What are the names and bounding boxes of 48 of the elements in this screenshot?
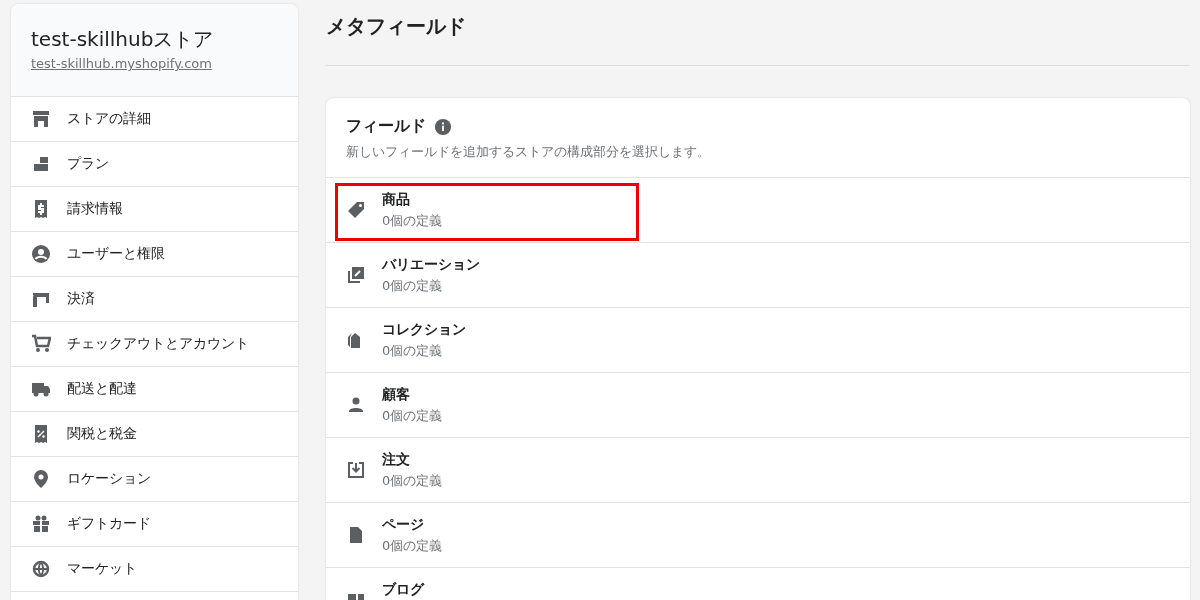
person-icon bbox=[346, 395, 366, 415]
settings-menu-item[interactable]: プラン bbox=[11, 142, 298, 187]
resource-row[interactable]: バリエーション 0個の定義 bbox=[326, 243, 1190, 308]
settings-menu-item[interactable]: 配送と配達 bbox=[11, 367, 298, 412]
settings-menu-item[interactable]: ロケーション bbox=[11, 457, 298, 502]
settings-menu-item[interactable]: ストアの詳細 bbox=[11, 97, 298, 142]
settings-menu-item[interactable]: ギフトカード bbox=[11, 502, 298, 547]
blocks-icon bbox=[31, 154, 51, 174]
info-icon[interactable] bbox=[434, 117, 452, 136]
resource-name: 商品 bbox=[382, 191, 411, 209]
resource-row[interactable]: ページ 0個の定義 bbox=[326, 503, 1190, 568]
resource-row[interactable]: 注文 0個の定義 bbox=[326, 438, 1190, 503]
settings-menu-item[interactable]: 決済 bbox=[11, 277, 298, 322]
store-icon bbox=[31, 109, 51, 129]
settings-menu-item[interactable]: 請求情報 bbox=[11, 187, 298, 232]
definition-count: 0個の定義 bbox=[382, 472, 443, 490]
card-description: 新しいフィールドを追加するストアの構成部分を選択します。 bbox=[346, 143, 711, 161]
globe-icon bbox=[31, 559, 51, 579]
location-pin-icon bbox=[31, 469, 51, 489]
resource-name: 顧客 bbox=[382, 386, 411, 404]
definition-count: 0個の定義 bbox=[382, 537, 443, 555]
card-title: フィールド bbox=[346, 116, 426, 137]
resource-name: バリエーション bbox=[382, 256, 480, 274]
resource-name: コレクション bbox=[382, 321, 466, 339]
settings-menu-item[interactable]: チェックアウトとアカウント bbox=[11, 322, 298, 367]
stacked-squares-icon bbox=[346, 265, 366, 285]
inbox-download-icon bbox=[346, 460, 366, 480]
resource-name: 注文 bbox=[382, 451, 411, 469]
cart-icon bbox=[31, 334, 51, 354]
settings-menu-item[interactable]: マーケット bbox=[11, 547, 298, 592]
page-title: メタフィールド bbox=[326, 4, 1190, 66]
tag-icon bbox=[346, 200, 366, 220]
definition-count: 0個の定義 bbox=[382, 212, 443, 230]
gift-icon bbox=[31, 514, 51, 534]
resource-name: ブログ bbox=[382, 581, 424, 599]
store-name: test-skillhubストア bbox=[31, 26, 215, 52]
resource-name: ページ bbox=[382, 516, 425, 534]
definition-count: 0個の定義 bbox=[382, 407, 443, 425]
definition-count: 0個の定義 bbox=[382, 277, 444, 295]
settings-menu-item[interactable]: 関税と税金 bbox=[11, 412, 298, 457]
resource-row[interactable]: コレクション 0個の定義 bbox=[326, 308, 1190, 373]
definition-count: 0個の定義 bbox=[382, 342, 444, 360]
resource-row[interactable]: 商品 0個の定義 bbox=[326, 178, 1190, 243]
resource-row[interactable]: ブログ bbox=[326, 568, 1190, 600]
resource-row[interactable]: 顧客 0個の定義 bbox=[326, 373, 1190, 438]
store-url-link[interactable]: test-skillhub.myshopify.com bbox=[31, 56, 212, 71]
settings-menu-item[interactable]: ユーザーと権限 bbox=[11, 232, 298, 277]
user-circle-icon bbox=[31, 244, 51, 264]
